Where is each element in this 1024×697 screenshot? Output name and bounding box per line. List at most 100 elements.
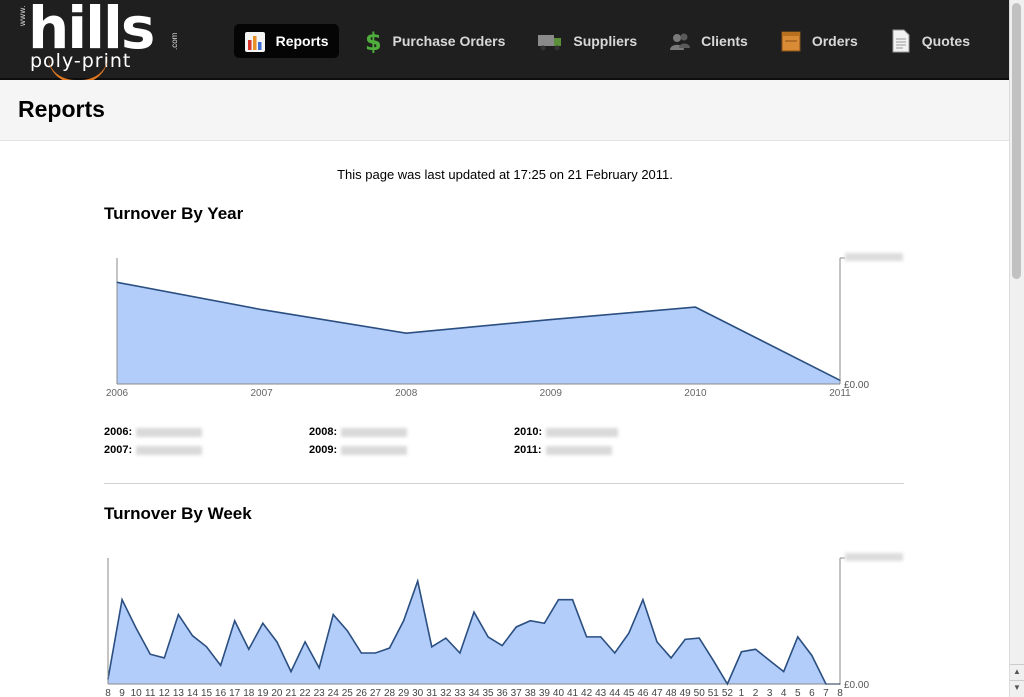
chart-1-x-tick-label: 34 [468,688,480,697]
scroll-down-arrow-icon[interactable]: ▼ [1010,680,1024,695]
chart-1-x-tick-label: 40 [553,688,565,697]
chart-1-x-tick-label: 21 [285,688,297,697]
chart-1-y-max-label-obscured [845,553,903,561]
year-value-item: 2007: [104,444,203,456]
charts-canvas: 2006 2007 2008 2009 2010 2011£0.008 9 10 11 12 13 1… [105,253,903,697]
chart-1-x-tick-label: 4 [781,688,787,697]
chart-1-data-point [670,657,672,659]
chart-1-y-min-label: £0.00 [844,680,869,691]
chart-1-data-point [262,622,264,624]
vertical-scrollbar[interactable]: ▲ ▼ [1009,0,1024,697]
chart-0-x-tick-label: 2010 [684,388,707,399]
chart-1-data-point [839,683,841,685]
chart-1-data-point [501,644,503,647]
chart-1-data-point [177,613,179,616]
chart-1-x-tick-label: 16 [215,688,227,697]
chart-1-data-point [614,652,616,654]
year-value-item: 2009: [309,444,408,456]
chart-1-data-point [318,667,320,669]
year-label: 2009: [309,444,338,456]
chart-1-x-tick-label: 43 [595,688,607,697]
chart-1-x-tick-label: 23 [314,688,326,697]
chart-1-x-tick-label: 28 [384,688,396,697]
chart-1-x-tick-label: 32 [440,688,452,697]
chart-1-data-point [445,637,447,639]
chart-1-x-tick-label: 9 [119,688,125,697]
obscured-value [136,445,203,455]
chart-0-x-tick-label: 2006 [106,388,129,399]
obscured-value [546,427,619,437]
chart-1-x-tick-label: 33 [454,688,466,697]
chart-0-x-tick-label: 2009 [540,388,563,399]
chart-1-data-point [149,653,151,655]
obscured-value [341,445,408,455]
chart-1-x-tick-label: 46 [637,688,649,697]
chart-1-data-point [797,636,799,638]
chart-1-x-tick-label: 18 [243,688,255,697]
chart-1-data-point [191,635,194,637]
chart-1-x-tick-label: 48 [666,688,678,697]
chart-1-data-point [459,652,461,654]
chart-1-x-tick-label: 20 [271,688,283,697]
chart-1-x-tick-label: 22 [300,688,312,697]
chart-1-data-point [417,580,419,582]
year-label: 2007: [104,444,133,456]
chart-1-x-tick-label: 45 [623,688,635,697]
chart-1-x-tick-label: 8 [837,688,843,697]
chart-1-x-tick-label: 14 [187,688,199,697]
chart-1-x-tick-label: 49 [680,688,692,697]
chart-0-data-point [694,306,697,308]
scrollbar-thumb[interactable] [1012,3,1021,279]
chart-1-data-point [825,683,827,685]
chart-1-data-point [374,652,377,654]
chart-1-x-tick-label: 38 [525,688,537,697]
chart-1-x-tick-label: 5 [795,688,801,697]
chart-1-data-point [515,626,517,628]
chart-1-data-point [543,622,545,624]
section-divider [104,483,904,484]
chart-1-x-tick-label: 12 [159,688,171,697]
chart-1-data-point [107,678,109,680]
obscured-value [136,427,203,437]
chart-0-data-point [550,318,552,321]
chart-0-x-tick-label: 2008 [395,388,418,399]
chart-1-x-tick-label: 47 [651,688,663,697]
chart-1-x-tick-label: 50 [694,688,706,697]
chart-1-x-tick-label: 37 [511,688,523,697]
chart-1-data-point [783,671,785,673]
chart-0-y-min-label: £0.00 [844,380,869,391]
chart-1-data-point [571,599,574,601]
year-label: 2010: [514,426,543,438]
chart-1-x-tick-label: 8 [105,688,111,697]
chart-1-x-tick-label: 42 [581,688,593,697]
chart-1-data-point [487,636,489,638]
chart-1-x-tick-label: 19 [257,688,269,697]
chart-1-data-point [740,651,743,653]
chart-1-x-tick-label: 29 [398,688,410,697]
chart-0-data-point [116,281,118,283]
chart-1-x-tick-label: 17 [229,688,241,697]
chart-1-x-tick-label: 30 [412,688,424,697]
chart-0-y-max-label-obscured [845,253,903,261]
chart-1-data-point [431,646,433,648]
year-label: 2008: [309,426,338,438]
chart-1-data-point [811,654,813,657]
chart-1-x-tick-label: 36 [497,688,509,697]
year-value-item: 2011: [514,444,612,456]
chart-1-data-point [726,683,728,685]
chart-1-x-tick-label: 3 [767,688,773,697]
obscured-value [545,445,612,455]
chart-0-data-point [261,309,263,311]
chart-1-data-point [769,659,771,662]
chart-1-data-point [332,613,334,616]
chart-1-data-point [205,646,208,648]
chart-1-x-tick-label: 2 [753,688,759,697]
scroll-up-arrow-icon[interactable]: ▲ [1010,664,1024,679]
chart-1-data-point [135,627,137,629]
chart-1-area [108,581,840,684]
chart-1-x-tick-label: 51 [708,688,720,697]
chart-1-x-tick-label: 7 [823,688,829,697]
chart-1-data-point [121,599,123,601]
chart-1-x-tick-label: 25 [342,688,354,697]
chart-1-data-point [360,652,362,654]
